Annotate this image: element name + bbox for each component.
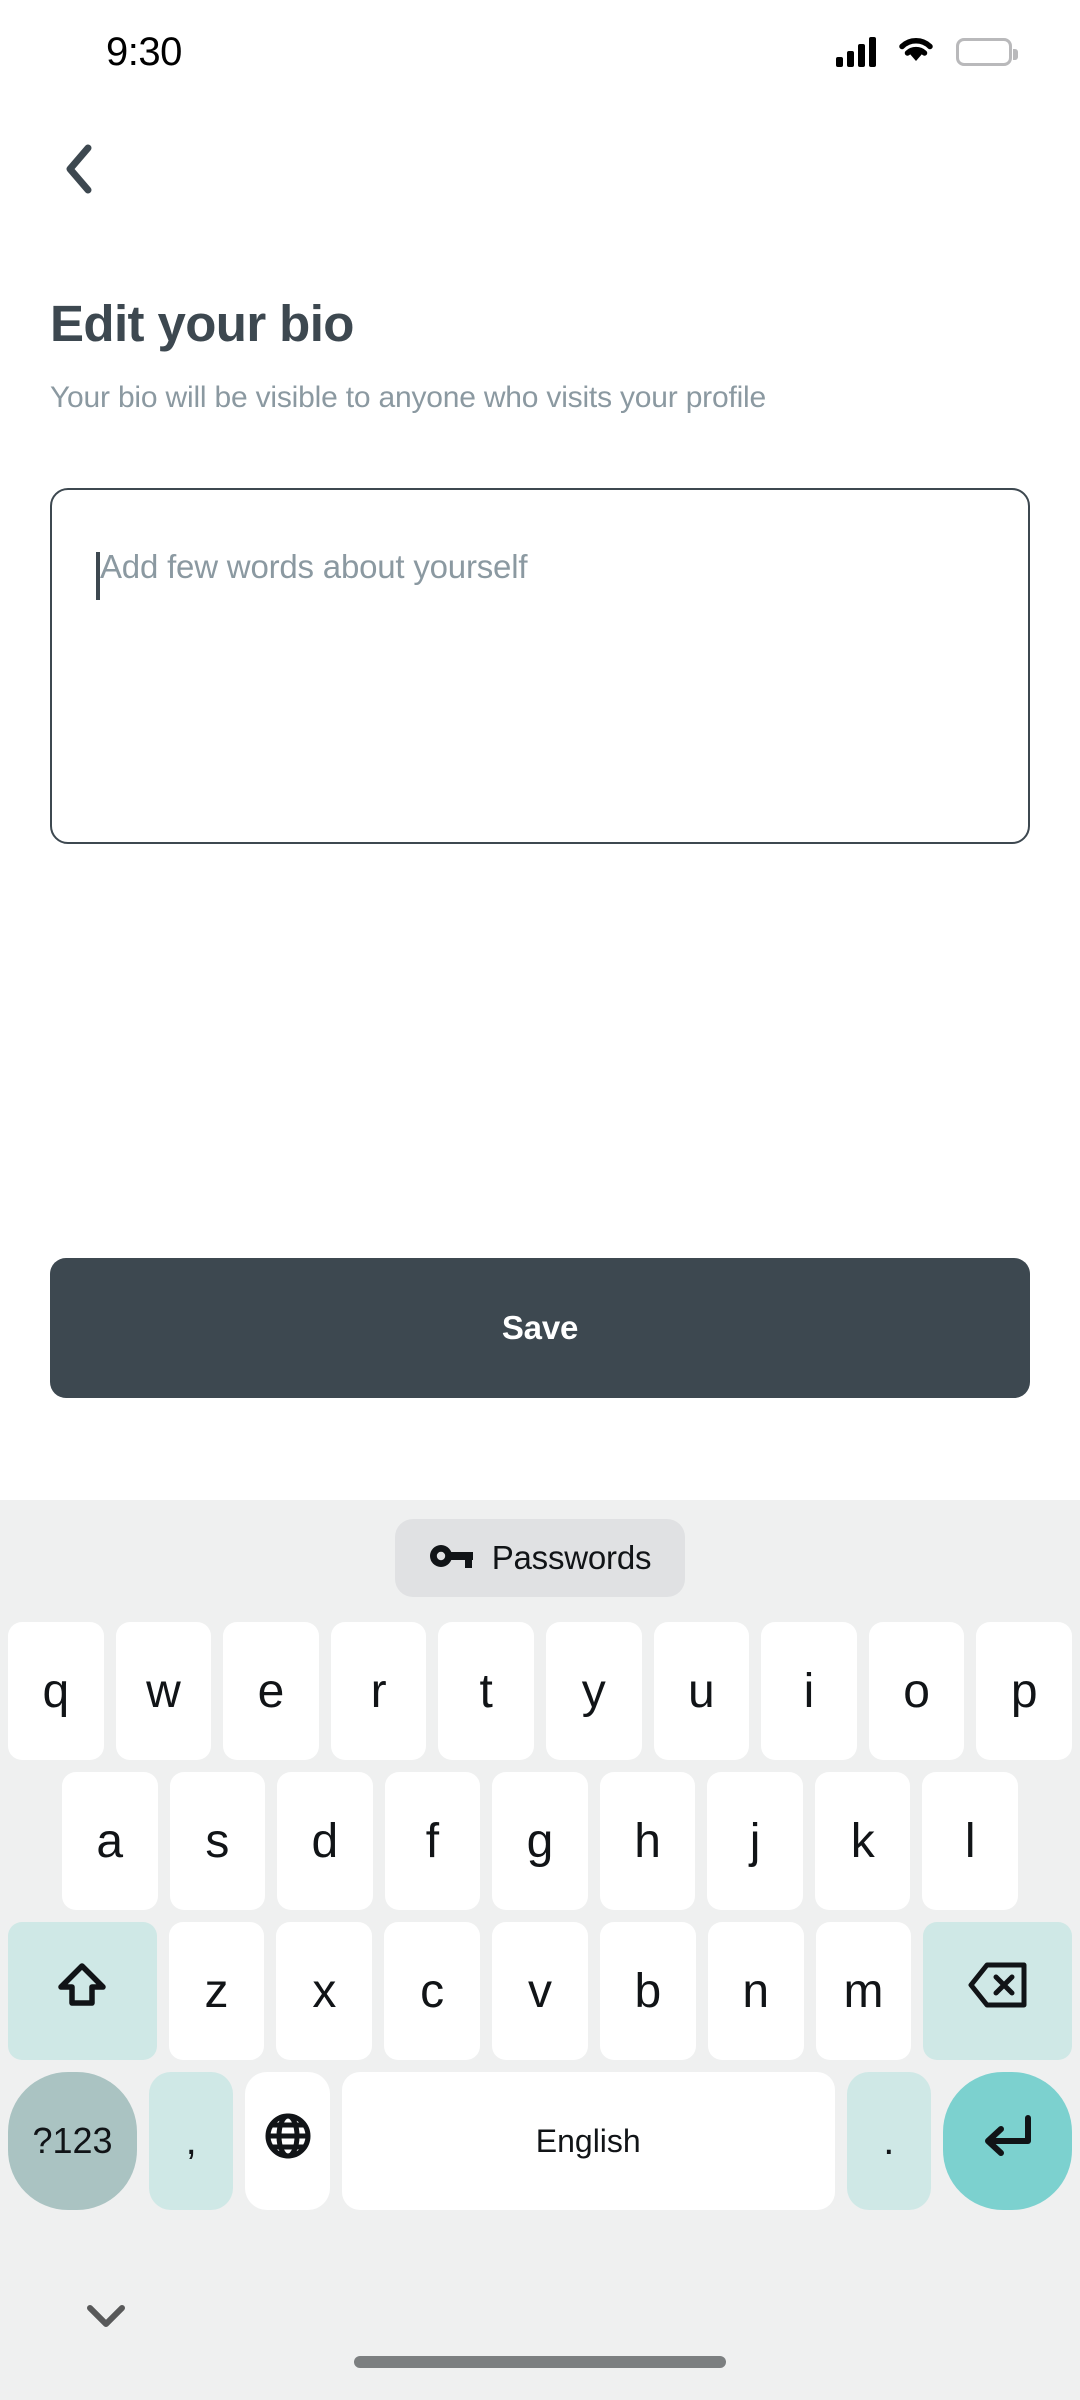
key-n[interactable]: n	[707, 1922, 804, 2060]
key-s[interactable]: s	[169, 1772, 266, 1910]
battery-full-icon	[956, 37, 1018, 66]
navigation-bar	[0, 100, 1080, 220]
key-x[interactable]: x	[276, 1922, 373, 2060]
passwords-suggestion-label: Passwords	[491, 1539, 652, 1576]
key-h[interactable]: h	[599, 1772, 696, 1910]
cellular-signal-icon	[836, 36, 876, 67]
period-key[interactable]: .	[846, 2072, 931, 2210]
keyboard-suggestion-bar: Passwords	[0, 1500, 1080, 1616]
key-c[interactable]: c	[384, 1922, 481, 2060]
comma-key[interactable]: ,	[149, 2072, 234, 2210]
key-i[interactable]: i	[761, 1622, 857, 1760]
key-m[interactable]: m	[815, 1922, 912, 2060]
key-l[interactable]: l	[922, 1772, 1019, 1910]
enter-return-icon	[980, 2112, 1034, 2170]
symbols-key[interactable]: ?123	[8, 2072, 138, 2210]
key-j[interactable]: j	[707, 1772, 803, 1910]
backspace-delete-icon	[967, 1961, 1029, 2021]
key-r[interactable]: r	[330, 1622, 427, 1760]
save-button-label: Save	[501, 1309, 579, 1346]
space-key[interactable]: English	[341, 2072, 835, 2210]
shift-arrow-up-icon	[55, 1958, 109, 2024]
page-title: Edit your bio	[50, 295, 354, 352]
keyboard-row-2: a s d f g h j k l	[8, 1766, 1072, 1916]
key-a[interactable]: a	[61, 1772, 158, 1910]
key-y[interactable]: y	[546, 1622, 642, 1760]
status-bar-time: 9:30	[106, 30, 182, 74]
key-icon	[429, 1541, 475, 1576]
key-f[interactable]: f	[384, 1772, 481, 1910]
wifi-icon	[896, 34, 936, 69]
key-u[interactable]: u	[653, 1622, 750, 1760]
back-button[interactable]	[44, 134, 114, 204]
bio-textarea[interactable]: Add few words about yourself	[50, 488, 1030, 844]
backspace-key[interactable]	[923, 1922, 1072, 2060]
key-w[interactable]: w	[115, 1622, 212, 1760]
keyboard-row-4: ?123 , English .	[8, 2066, 1072, 2216]
key-q[interactable]: q	[8, 1622, 104, 1760]
key-t[interactable]: t	[438, 1622, 534, 1760]
key-b[interactable]: b	[599, 1922, 696, 2060]
home-indicator[interactable]	[354, 2356, 726, 2368]
key-v[interactable]: v	[492, 1922, 588, 2060]
bio-placeholder: Add few words about yourself	[100, 548, 528, 585]
app-screen: 9:30 Edit your bio Your bio will be visi…	[0, 0, 1080, 2400]
hide-keyboard-button[interactable]	[78, 2296, 134, 2336]
on-screen-keyboard: Passwords q w e r t y u i o p a s d f g …	[0, 1500, 1080, 2400]
status-bar-icons	[836, 34, 1018, 69]
status-bar: 9:30	[0, 0, 1080, 100]
keyboard-key-rows: q w e r t y u i o p a s d f g h j k l z …	[0, 1616, 1080, 2260]
keyboard-row-1: q w e r t y u i o p	[8, 1616, 1072, 1766]
chevron-left-icon	[66, 144, 92, 194]
key-z[interactable]: z	[168, 1922, 265, 2060]
chevron-down-icon	[87, 2305, 125, 2327]
passwords-suggestion-chip[interactable]: Passwords	[394, 1519, 686, 1597]
key-o[interactable]: o	[868, 1622, 965, 1760]
key-e[interactable]: e	[223, 1622, 319, 1760]
page-content: Edit your bio Your bio will be visible t…	[0, 220, 1080, 844]
globe-language-icon	[263, 2111, 313, 2171]
enter-key[interactable]	[942, 2072, 1072, 2210]
shift-key[interactable]	[8, 1922, 157, 2060]
language-globe-key[interactable]	[245, 2072, 330, 2210]
key-d[interactable]: d	[277, 1772, 373, 1910]
page-subtitle: Your bio will be visible to anyone who v…	[50, 381, 767, 414]
key-k[interactable]: k	[814, 1772, 911, 1910]
save-button[interactable]: Save	[50, 1258, 1030, 1398]
keyboard-row-3: z x c v b n m	[8, 1916, 1072, 2066]
key-p[interactable]: p	[976, 1622, 1072, 1760]
keyboard-bottom-bar	[0, 2260, 1080, 2400]
key-g[interactable]: g	[492, 1772, 588, 1910]
